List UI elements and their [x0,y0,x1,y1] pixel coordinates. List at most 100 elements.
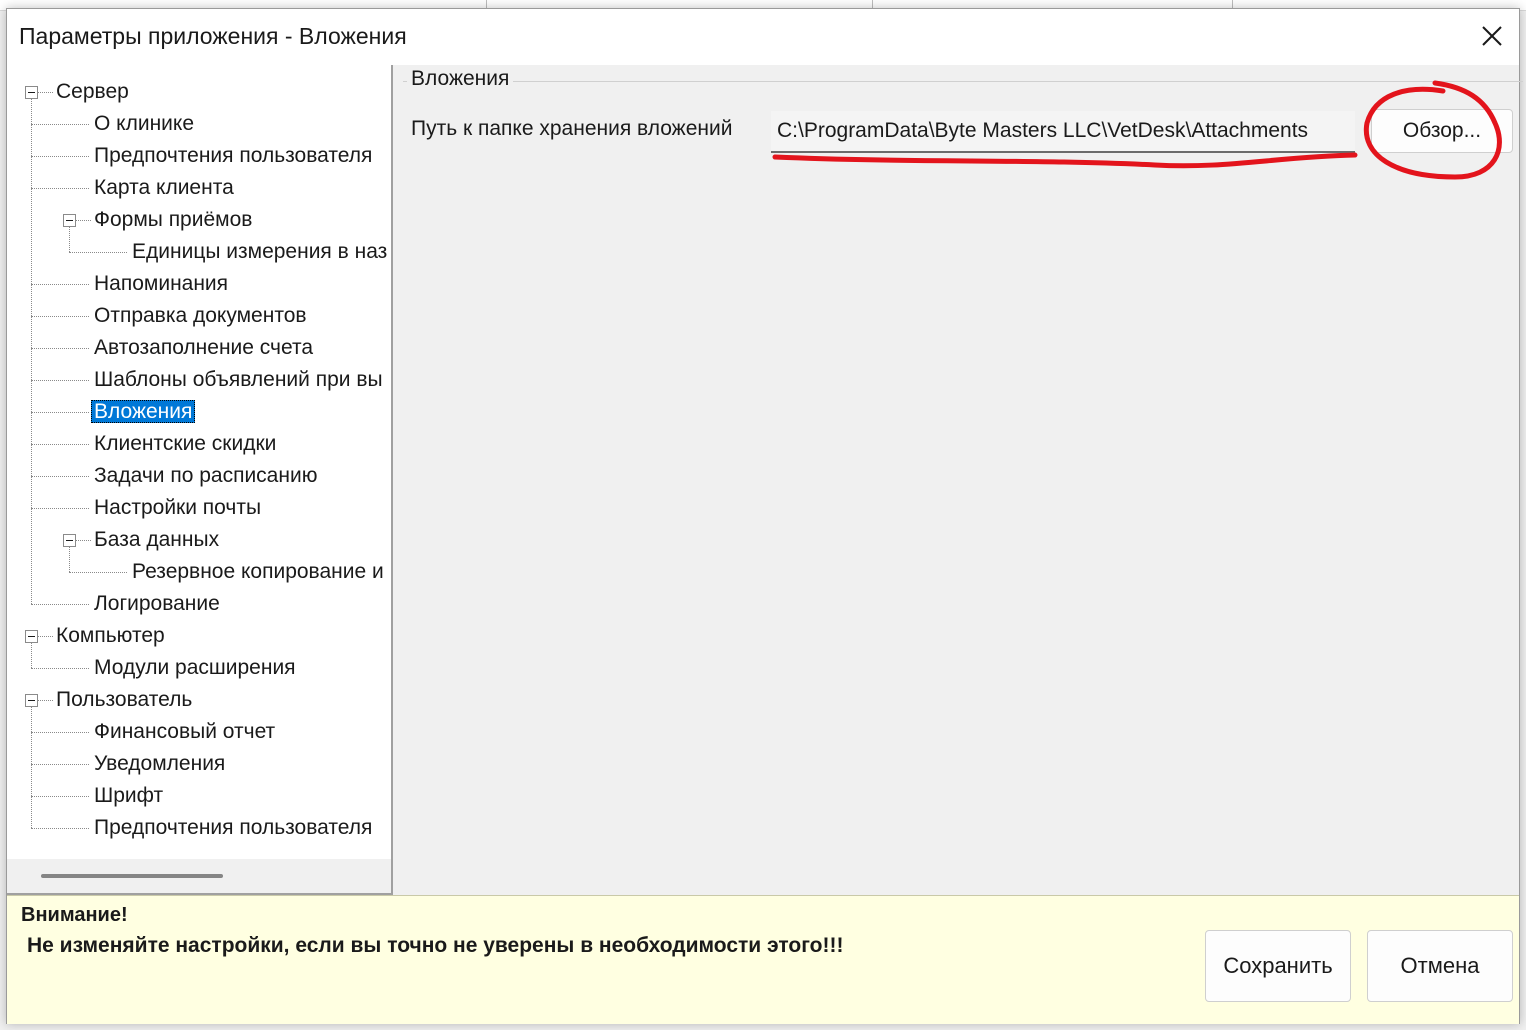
tree-item[interactable]: Компьютер [53,621,168,651]
tree-connector [31,156,89,157]
tree-connector [31,284,89,285]
tree-item-label: Настройки почты [94,496,262,519]
warning-bar: Внимание! Не изменяйте настройки, если в… [7,895,1519,1024]
tree-connector [31,732,89,733]
tree-item-label: Напоминания [94,272,229,295]
tree-connector [31,828,89,829]
tree-connector [76,220,91,221]
tree-connector [31,380,89,381]
red-underline-annotation [772,152,1358,169]
tree-item-label: Предпочтения пользователя [94,816,373,839]
tree-item-label: Карта клиента [94,176,234,199]
tree-item-label: Сервер [56,80,129,103]
tree-item-label: Формы приёмов [94,208,253,231]
tree-connector [38,636,53,637]
title-bar: Параметры приложения - Вложения [7,9,1519,65]
tree-connector [31,604,89,605]
tree-connector [31,796,89,797]
tree-item[interactable]: Клиентские скидки [91,429,279,459]
save-button[interactable]: Сохранить [1205,930,1351,1002]
tree-item-label: Модули расширения [94,656,296,679]
tree-connector [31,707,32,828]
tree-connector [31,348,89,349]
tree-item-label: О клинике [94,112,195,135]
tree-item-label: Задачи по расписанию [94,464,318,487]
tree-item[interactable]: Пользователь [53,685,195,715]
attachments-path-label: Путь к папке хранения вложений [411,117,733,140]
tree-item-label: Резервное копирование и [132,560,384,583]
warning-text: Не изменяйте настройки, если вы точно не… [27,934,844,957]
tree-item[interactable]: Финансовый отчет [91,717,278,747]
tree-item[interactable]: Напоминания [91,269,231,299]
tree-connector [76,540,91,541]
tree-item[interactable]: Отправка документов [91,301,310,331]
tree-connector [31,412,89,413]
tree-connector [31,188,89,189]
tree-item[interactable]: Модули расширения [91,653,299,683]
tree-item[interactable]: Предпочтения пользователя [91,141,375,171]
tree-item[interactable]: Задачи по расписанию [91,461,320,491]
tree-item-label: Пользователь [56,688,193,711]
tree-connector [69,252,127,253]
tree-item[interactable]: Шаблоны объявлений при вы [91,365,386,395]
collapse-icon[interactable] [63,214,76,227]
tree-item[interactable]: Автозаполнение счета [91,333,316,363]
tree-item[interactable]: Единицы измерения в наз [129,237,390,267]
tree-item[interactable]: Сервер [53,77,132,107]
tree-connector [31,476,89,477]
tree-connector [31,643,32,668]
tree-connector [38,700,53,701]
group-title: Вложения [407,67,514,91]
tree-item[interactable]: База данных [91,525,222,555]
tree-item[interactable]: Карта клиента [91,173,237,203]
tree-connector [69,572,127,573]
close-icon [1482,26,1502,46]
settings-tree[interactable]: Сервер О клинике Предпочтения пользователя… [7,65,393,895]
tree-item-label: Вложения [91,400,196,423]
close-button[interactable] [1473,19,1509,55]
tree-item[interactable]: Шрифт [91,781,166,811]
settings-dialog: Параметры приложения - Вложения Сервер О … [6,8,1523,1024]
tree-connector [38,92,53,93]
tree-item[interactable]: Резервное копирование и [129,557,387,587]
tree-item-label: Шаблоны объявлений при вы [94,368,383,391]
tree-item[interactable]: О клинике [91,109,197,139]
collapse-icon[interactable] [25,630,38,643]
tree-item-label: Логирование [94,592,220,615]
window-title: Параметры приложения - Вложения [19,23,407,49]
warning-title: Внимание! [21,904,128,926]
tree-item-label: Компьютер [56,624,165,647]
tree-connector [31,508,89,509]
tree-item-label: Единицы измерения в наз [132,240,388,263]
tree-item-label: Предпочтения пользователя [94,144,373,167]
tree-item[interactable]: Вложения [91,397,196,427]
browse-button[interactable]: Обзор... [1371,109,1513,153]
tree-item[interactable]: Предпочтения пользователя [91,813,375,843]
collapse-icon[interactable] [25,86,38,99]
tree-item-label: База данных [94,528,220,551]
tree-item-label: Отправка документов [94,304,307,327]
tree-item[interactable]: Формы приёмов [91,205,255,235]
tree-item-label: Уведомления [94,752,226,775]
attachments-path-input[interactable] [771,111,1355,153]
tree-item[interactable]: Логирование [91,589,223,619]
tree-connector [31,668,89,669]
attachments-settings-panel: Вложения Путь к папке хранения вложений … [395,65,1523,895]
tree-connector [31,99,32,604]
horizontal-scrollbar[interactable] [7,859,391,893]
tree-item-label: Клиентские скидки [94,432,277,455]
tree-item[interactable]: Уведомления [91,749,228,779]
scrollbar-thumb[interactable] [41,874,223,878]
tree-item-label: Шрифт [94,784,164,807]
tree-connector [69,227,70,252]
tree-item-label: Финансовый отчет [94,720,276,743]
group-box-border [403,81,1523,82]
tree-item-label: Автозаполнение счета [94,336,314,359]
tree-connector [31,444,89,445]
collapse-icon[interactable] [25,694,38,707]
tree-item[interactable]: Настройки почты [91,493,264,523]
cancel-button[interactable]: Отмена [1367,930,1513,1002]
tree-connector [31,764,89,765]
tree-connector [31,316,89,317]
collapse-icon[interactable] [63,534,76,547]
